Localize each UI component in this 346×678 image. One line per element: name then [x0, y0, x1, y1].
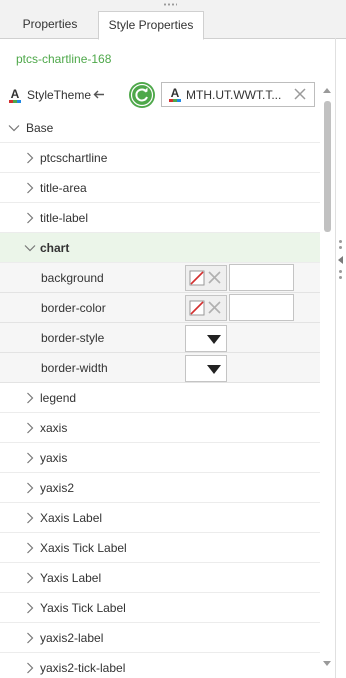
style-theme-value-icon: A: [169, 86, 181, 102]
tree-node[interactable]: xaxis: [0, 413, 320, 443]
style-theme-icon: A: [9, 87, 21, 103]
link-icon[interactable]: [92, 89, 105, 100]
property-label: border-style: [41, 331, 105, 345]
tree-node-label: ptcschartline: [40, 151, 108, 165]
refresh-icon: [130, 83, 154, 107]
tree-node-label: legend: [40, 391, 77, 405]
chevron-right-icon[interactable]: [24, 152, 36, 164]
tree-node-label: Yaxis Label: [40, 571, 102, 585]
dropdown-caret-icon: [207, 335, 221, 344]
scroll-down-arrow-icon[interactable]: [323, 661, 331, 666]
property-row-background: background: [0, 263, 320, 293]
chevron-right-icon[interactable]: [24, 212, 36, 224]
tree-node-label: Xaxis Label: [40, 511, 103, 525]
widget-name: ptcs-chartline-168: [16, 52, 112, 66]
tree-node[interactable]: Yaxis Tick Label: [0, 593, 320, 623]
tab-style-properties[interactable]: Style Properties: [98, 11, 204, 40]
tree-node[interactable]: yaxis2-label: [0, 623, 320, 653]
handle-dot: [339, 270, 342, 273]
tree-node[interactable]: yaxis2: [0, 473, 320, 503]
tree-node-label: yaxis2: [40, 481, 75, 495]
chevron-down-icon[interactable]: [24, 242, 36, 254]
vertical-scrollbar[interactable]: [321, 85, 334, 678]
scroll-thumb[interactable]: [324, 101, 331, 232]
tab-properties[interactable]: Properties: [10, 11, 90, 39]
property-label: border-width: [41, 361, 108, 375]
property-row-border-width: border-width: [0, 353, 320, 383]
chevron-right-icon[interactable]: [24, 632, 36, 644]
tree-node-label: yaxis2-label: [40, 631, 104, 645]
color-picker-button[interactable]: [185, 295, 227, 321]
color-picker-button[interactable]: [185, 265, 227, 291]
chevron-right-icon[interactable]: [24, 542, 36, 554]
tree-node-label: Base: [26, 121, 54, 135]
collapse-panel-handle[interactable]: [337, 238, 345, 282]
property-label: border-color: [41, 301, 106, 315]
tree-node-label: title-label: [40, 211, 89, 225]
tree-node-selected[interactable]: chart: [0, 233, 320, 263]
panel-divider: [335, 38, 336, 678]
tree-node[interactable]: title-label: [0, 203, 320, 233]
chevron-right-icon[interactable]: [24, 182, 36, 194]
color-value-field[interactable]: [229, 294, 294, 321]
svg-text:A: A: [171, 86, 180, 100]
chevron-right-icon[interactable]: [24, 662, 36, 674]
clear-icon[interactable]: [293, 87, 307, 101]
grip-dots: [163, 3, 177, 6]
tree-node[interactable]: yaxis: [0, 443, 320, 473]
collapse-arrow-icon: [338, 256, 343, 264]
tree-node-base[interactable]: Base: [0, 113, 320, 143]
chevron-down-icon[interactable]: [8, 122, 20, 134]
style-theme-value: MTH.UT.WWT.T...: [186, 88, 282, 102]
panel-resize-grip[interactable]: [0, 0, 346, 9]
tree-node[interactable]: Xaxis Label: [0, 503, 320, 533]
handle-dot: [339, 246, 342, 249]
border-width-select[interactable]: [185, 355, 227, 382]
chevron-right-icon[interactable]: [24, 392, 36, 404]
tree-node-label: chart: [40, 241, 70, 255]
property-row-border-color: border-color: [0, 293, 320, 323]
refresh-theme-button[interactable]: [129, 82, 155, 108]
chevron-right-icon[interactable]: [24, 512, 36, 524]
tree-node-label: Yaxis Tick Label: [40, 601, 126, 615]
no-color-icon: [189, 300, 221, 316]
tree-node-label: yaxis: [40, 451, 68, 465]
tree-node[interactable]: title-area: [0, 173, 320, 203]
dropdown-caret-icon: [207, 365, 221, 374]
property-label: background: [41, 271, 104, 285]
tree-node[interactable]: Xaxis Tick Label: [0, 533, 320, 563]
tab-bar: Properties Style Properties: [0, 9, 346, 40]
chevron-right-icon[interactable]: [24, 572, 36, 584]
chevron-right-icon[interactable]: [24, 422, 36, 434]
style-theme-label: StyleTheme: [27, 88, 92, 102]
tree-node[interactable]: legend: [0, 383, 320, 413]
chevron-right-icon[interactable]: [24, 602, 36, 614]
no-color-icon: [189, 270, 221, 286]
style-theme-row: A StyleTheme A MTH.UT.WWT.T...: [0, 80, 320, 110]
style-tree: Base ptcschartline title-area title-labe…: [0, 113, 320, 678]
chevron-right-icon[interactable]: [24, 452, 36, 464]
property-row-border-style: border-style: [0, 323, 320, 353]
color-value-field[interactable]: [229, 264, 294, 291]
handle-dot: [339, 240, 342, 243]
handle-dot: [339, 276, 342, 279]
tree-node[interactable]: ptcschartline: [0, 143, 320, 173]
svg-text:A: A: [11, 87, 20, 101]
chevron-right-icon[interactable]: [24, 482, 36, 494]
tree-node-label: title-area: [40, 181, 87, 195]
tree-node-label: xaxis: [40, 421, 68, 435]
style-theme-selector[interactable]: A MTH.UT.WWT.T...: [161, 82, 315, 107]
tree-node[interactable]: yaxis2-tick-label: [0, 653, 320, 678]
border-style-select[interactable]: [185, 325, 227, 352]
tree-node-label: yaxis2-tick-label: [40, 661, 126, 675]
scroll-up-arrow-icon[interactable]: [323, 88, 331, 93]
tree-node-label: Xaxis Tick Label: [40, 541, 127, 555]
tree-node[interactable]: Yaxis Label: [0, 563, 320, 593]
